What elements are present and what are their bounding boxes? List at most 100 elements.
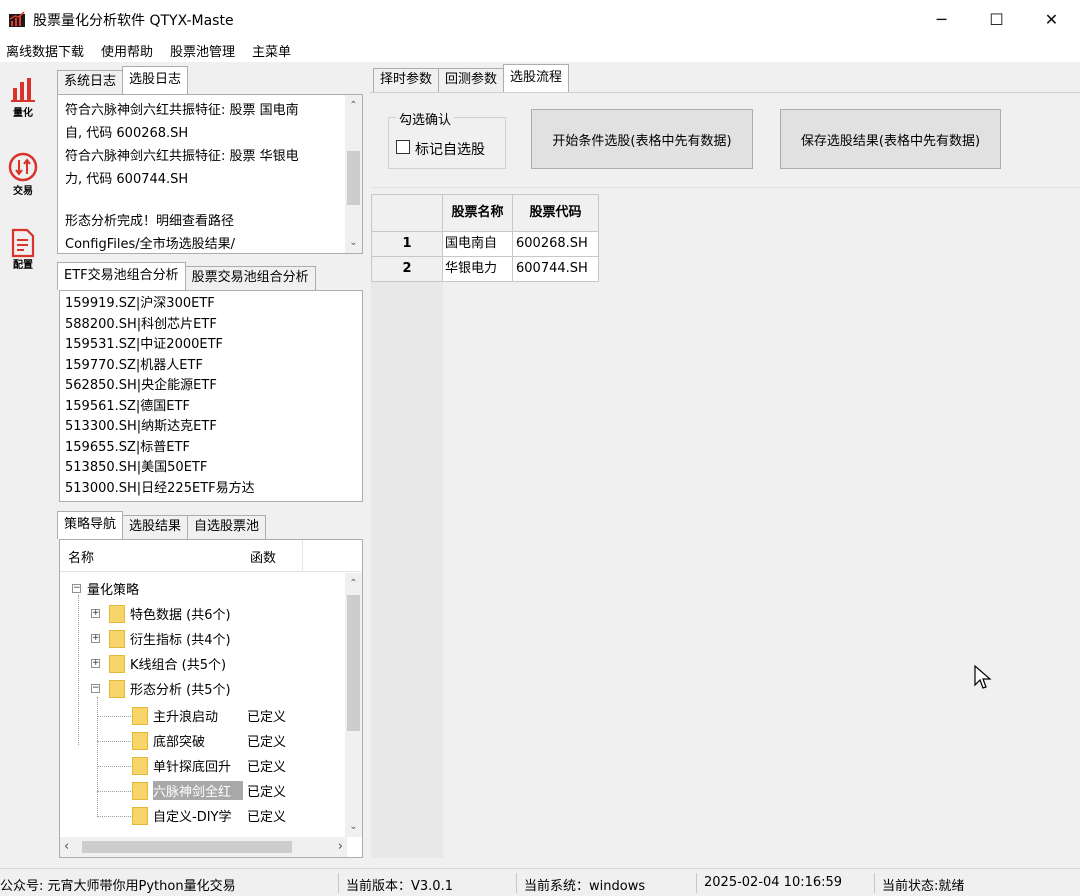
folder-icon [132, 781, 148, 800]
minimize-button[interactable]: ─ [914, 0, 969, 38]
toolbar-trade-button[interactable]: 交易 [4, 146, 42, 208]
tab-strategy-nav[interactable]: 策略导航 [57, 511, 124, 539]
tree-leaf-selected[interactable]: 六脉神剑全红 已定义 [132, 778, 286, 803]
grid-corner [371, 194, 443, 232]
collapse-icon[interactable]: − [91, 684, 100, 693]
grid-header-code[interactable]: 股票代码 [513, 194, 599, 232]
toolbar-config-button[interactable]: 配置 [4, 222, 42, 284]
expand-icon[interactable]: + [91, 634, 100, 643]
list-item[interactable]: 588200.SH|科创芯片ETF [60, 315, 362, 336]
log-line: 形态分析完成！明细查看路径 [65, 214, 235, 229]
title-bar: 股票量化分析软件 QTYX-Maste ─ ☐ ✕ [0, 0, 1080, 38]
tree-leaf-label: 六脉神剑全红 [153, 781, 243, 800]
menu-offline-download[interactable]: 离线数据下载 [6, 41, 84, 60]
folder-icon [132, 756, 148, 775]
tree-node[interactable]: + 特色数据 (共6个) [91, 601, 231, 626]
log-panel: 符合六脉神剑六红共振特征: 股票 国电南 自, 代码 600268.SH 符合六… [57, 94, 363, 254]
tree-leaf[interactable]: 主升浪启动 已定义 [132, 703, 286, 728]
list-item[interactable]: 562850.SH|央企能源ETF [60, 376, 362, 397]
tab-stock-pool[interactable]: 股票交易池组合分析 [184, 266, 316, 290]
grid-cell-code[interactable]: 600268.SH [513, 232, 599, 257]
tree-root-node[interactable]: − 量化策略 [72, 576, 139, 601]
tree-header: 名称 函数 [60, 540, 362, 572]
maximize-button[interactable]: ☐ [969, 0, 1024, 38]
tree-column-divider[interactable] [302, 540, 303, 572]
tree-node-label: 形态分析 (共5个) [130, 683, 231, 698]
scroll-left-icon[interactable]: ‹ [64, 839, 69, 854]
grid-header-name[interactable]: 股票名称 [443, 194, 513, 232]
status-version: 当前版本：V3.0.1 [346, 879, 453, 894]
scroll-right-icon[interactable]: › [338, 839, 343, 854]
tree-leaf-func: 已定义 [247, 735, 287, 750]
mark-watchlist-label[interactable]: 标记自选股 [415, 139, 485, 159]
list-item[interactable]: 159561.SZ|德国ETF [60, 397, 362, 418]
list-item[interactable]: 159531.SZ|中证2000ETF [60, 335, 362, 356]
scroll-thumb[interactable] [347, 151, 360, 205]
tab-selection-result[interactable]: 选股结果 [122, 515, 189, 539]
folder-icon [109, 679, 125, 698]
tab-etf-pool[interactable]: ETF交易池组合分析 [57, 262, 186, 290]
tab-watchlist[interactable]: 自选股票池 [187, 515, 267, 539]
grid-cell-code[interactable]: 600744.SH [513, 257, 599, 282]
list-item[interactable]: 513000.SH|日经225ETF易方达 [60, 479, 362, 500]
log-scrollbar[interactable]: ⌃ ⌄ [345, 95, 362, 253]
list-item[interactable]: 159655.SZ|标普ETF [60, 438, 362, 459]
tab-selection-flow[interactable]: 选股流程 [503, 64, 570, 92]
mark-watchlist-checkbox[interactable] [396, 140, 410, 154]
tree-leaf[interactable]: 底部突破 已定义 [132, 728, 286, 753]
expand-icon[interactable]: + [91, 659, 100, 668]
log-tabbar: 系统日志 选股日志 [57, 66, 189, 94]
list-item[interactable]: 159919.SZ|沪深300ETF [60, 294, 362, 315]
tree-column-name[interactable]: 名称 [68, 547, 94, 566]
scroll-down-icon[interactable]: ⌄ [345, 818, 362, 835]
menu-main[interactable]: 主菜单 [252, 41, 291, 60]
tree-hscrollbar[interactable]: ‹ › [60, 837, 347, 857]
scroll-down-icon[interactable]: ⌄ [345, 234, 362, 251]
toolbar-quant-button[interactable]: 量化 [4, 70, 42, 132]
toolbar-quant-label: 量化 [13, 108, 33, 119]
tree-leaf[interactable]: 自定义-DIY学 已定义 [132, 803, 286, 828]
tab-system-log[interactable]: 系统日志 [57, 70, 124, 94]
list-item[interactable]: 159770.SZ|机器人ETF [60, 356, 362, 377]
strategy-tree: 名称 函数 − 量化策略 + 特色数据 (共6个) + 衍生指标 (共4个) +… [59, 539, 363, 858]
close-button[interactable]: ✕ [1024, 0, 1079, 38]
tree-column-func[interactable]: 函数 [250, 547, 276, 566]
menu-stock-pool[interactable]: 股票池管理 [170, 41, 235, 60]
grid-row-number[interactable]: 2 [371, 257, 443, 282]
tree-leaf-label: 底部突破 [153, 735, 206, 750]
start-selection-button[interactable]: 开始条件选股(表格中先有数据) [531, 109, 753, 169]
etf-list[interactable]: 159919.SZ|沪深300ETF 588200.SH|科创芯片ETF 159… [59, 290, 363, 502]
scroll-up-icon[interactable]: ⌃ [345, 575, 362, 592]
tree-node[interactable]: + 衍生指标 (共4个) [91, 626, 231, 651]
tab-selection-log[interactable]: 选股日志 [122, 66, 189, 94]
list-item[interactable]: 513850.SH|美国50ETF [60, 458, 362, 479]
tab-backtest-params[interactable]: 回测参数 [438, 68, 505, 92]
tree-leaf[interactable]: 单针探底回升 已定义 [132, 753, 286, 778]
menu-help[interactable]: 使用帮助 [101, 41, 153, 60]
left-toolbar: 量化 交易 配置 [0, 62, 50, 868]
tree-node[interactable]: − 形态分析 (共5个) [91, 676, 231, 701]
log-line: 力, 代码 600744.SH [65, 172, 189, 187]
scroll-thumb[interactable] [82, 841, 292, 853]
collapse-icon[interactable]: − [72, 584, 81, 593]
scroll-up-icon[interactable]: ⌃ [345, 97, 362, 114]
scroll-thumb[interactable] [347, 595, 360, 731]
list-item[interactable]: 513300.SH|纳斯达克ETF [60, 417, 362, 438]
tab-timing-params[interactable]: 择时参数 [373, 68, 440, 92]
expand-icon[interactable]: + [91, 609, 100, 618]
grid-cell-name[interactable]: 华银电力 [443, 257, 513, 282]
folder-icon [132, 706, 148, 725]
bar-chart-icon [4, 76, 42, 102]
result-grid: 股票名称 股票代码 1 国电南自 600268.SH 2 华银电力 600744… [371, 194, 600, 284]
document-icon [4, 228, 42, 258]
log-line: 自, 代码 600268.SH [65, 126, 189, 141]
tree-vscrollbar[interactable]: ⌃ ⌄ [345, 573, 362, 837]
tree-leaf-label: 自定义-DIY学 [153, 810, 232, 825]
save-result-button[interactable]: 保存选股结果(表格中先有数据) [780, 109, 1001, 169]
log-textarea[interactable]: 符合六脉神剑六红共振特征: 股票 国电南 自, 代码 600268.SH 符合六… [60, 97, 345, 251]
tree-leaf-label: 主升浪启动 [153, 710, 219, 725]
grid-row-number[interactable]: 1 [371, 232, 443, 257]
grid-cell-name[interactable]: 国电南自 [443, 232, 513, 257]
tree-node[interactable]: + K线组合 (共5个) [91, 651, 226, 676]
